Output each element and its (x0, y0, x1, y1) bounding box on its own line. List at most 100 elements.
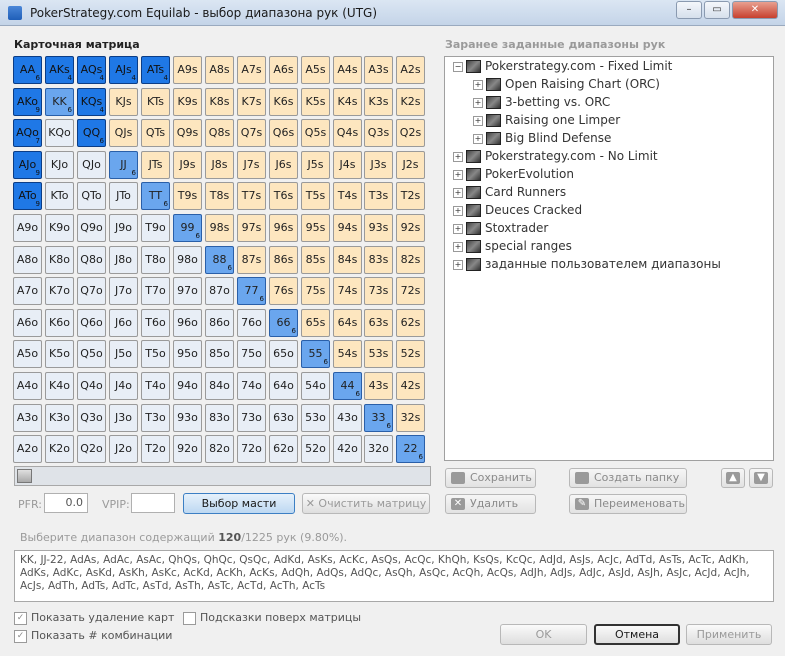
matrix-cell-T9s[interactable]: T9s (173, 182, 202, 210)
expand-toggle-icon[interactable]: + (453, 241, 463, 252)
matrix-cell-K9s[interactable]: K9s (173, 88, 202, 116)
matrix-cell-97o[interactable]: 97o (173, 277, 202, 305)
matrix-cell-Q9s[interactable]: Q9s (173, 119, 202, 147)
tree-item[interactable]: + PokerEvolution (453, 167, 574, 183)
matrix-cell-J4s[interactable]: J4s (333, 151, 362, 179)
matrix-cell-K6s[interactable]: K6s (269, 88, 298, 116)
matrix-cell-K2o[interactable]: K2o (45, 435, 74, 463)
matrix-cell-T9o[interactable]: T9o (141, 214, 170, 242)
matrix-cell-75o[interactable]: 75o (237, 340, 266, 368)
matrix-cell-A8s[interactable]: A8s (205, 56, 234, 84)
matrix-cell-65s[interactable]: 65s (301, 309, 330, 337)
matrix-cell-A3o[interactable]: A3o (13, 404, 42, 432)
expand-toggle-icon[interactable]: + (453, 151, 463, 162)
matrix-cell-K5o[interactable]: K5o (45, 340, 74, 368)
matrix-cell-54o[interactable]: 54o (301, 372, 330, 400)
matrix-cell-Q3o[interactable]: Q3o (77, 404, 106, 432)
expand-toggle-icon[interactable]: − (453, 61, 463, 72)
matrix-cell-A6o[interactable]: A6o (13, 309, 42, 337)
matrix-cell-22[interactable]: 22 6 (396, 435, 425, 463)
show-removal-checkbox[interactable]: ✓ Показать удаление карт (14, 611, 174, 625)
show-combos-checkbox[interactable]: ✓ Показать # комбинации (14, 629, 172, 643)
save-button[interactable]: Сохранить (445, 468, 536, 488)
matrix-cell-JJ[interactable]: JJ 6 (109, 151, 138, 179)
matrix-cell-K6o[interactable]: K6o (45, 309, 74, 337)
matrix-cell-A2o[interactable]: A2o (13, 435, 42, 463)
matrix-cell-32s[interactable]: 32s (396, 404, 425, 432)
matrix-cell-A9s[interactable]: A9s (173, 56, 202, 84)
matrix-cell-Q7s[interactable]: Q7s (237, 119, 266, 147)
matrix-cell-A9o[interactable]: A9o (13, 214, 42, 242)
matrix-cell-KTs[interactable]: KTs (141, 88, 170, 116)
matrix-cell-QJs[interactable]: QJs (109, 119, 138, 147)
matrix-cell-J4o[interactable]: J4o (109, 372, 138, 400)
cancel-button[interactable]: Отмена (594, 624, 680, 645)
matrix-cell-K2s[interactable]: K2s (396, 88, 425, 116)
tree-item[interactable]: + заданные пользователем диапазоны (453, 257, 721, 273)
matrix-cell-QJo[interactable]: QJo (77, 151, 106, 179)
matrix-cell-AA[interactable]: AA 6 (13, 56, 42, 84)
matrix-cell-63s[interactable]: 63s (364, 309, 393, 337)
minimize-button[interactable]: – (676, 1, 702, 19)
matrix-cell-Q8o[interactable]: Q8o (77, 246, 106, 274)
matrix-cell-T8s[interactable]: T8s (205, 182, 234, 210)
matrix-cell-KJo[interactable]: KJo (45, 151, 74, 179)
range-text-box[interactable]: KK, JJ-22, AdAs, AdAc, AsAc, QhQs, QhQc,… (14, 550, 774, 602)
expand-toggle-icon[interactable]: + (453, 223, 463, 234)
matrix-cell-64o[interactable]: 64o (269, 372, 298, 400)
matrix-cell-KK[interactable]: KK 6 (45, 88, 74, 116)
move-down-button[interactable]: ▼ (749, 468, 773, 488)
pfr-field[interactable]: 0.0 (44, 493, 88, 513)
matrix-cell-87o[interactable]: 87o (205, 277, 234, 305)
matrix-cell-K3o[interactable]: K3o (45, 404, 74, 432)
matrix-cell-76s[interactable]: 76s (269, 277, 298, 305)
matrix-cell-QQ[interactable]: QQ 6 (77, 119, 106, 147)
matrix-cell-94o[interactable]: 94o (173, 372, 202, 400)
matrix-cell-ATo[interactable]: ATo 9 (13, 182, 42, 210)
tree-item[interactable]: + Card Runners (453, 185, 566, 201)
matrix-cell-T6s[interactable]: T6s (269, 182, 298, 210)
matrix-cell-JTo[interactable]: JTo (109, 182, 138, 210)
matrix-cell-62o[interactable]: 62o (269, 435, 298, 463)
matrix-cell-AQs[interactable]: AQs 4 (77, 56, 106, 84)
matrix-cell-K9o[interactable]: K9o (45, 214, 74, 242)
matrix-cell-K4o[interactable]: K4o (45, 372, 74, 400)
matrix-cell-77[interactable]: 77 6 (237, 277, 266, 305)
matrix-cell-Q8s[interactable]: Q8s (205, 119, 234, 147)
tree-item[interactable]: + special ranges (453, 239, 572, 255)
matrix-cell-QTo[interactable]: QTo (77, 182, 106, 210)
expand-toggle-icon[interactable]: + (453, 187, 463, 198)
matrix-cell-J6s[interactable]: J6s (269, 151, 298, 179)
matrix-cell-75s[interactable]: 75s (301, 277, 330, 305)
matrix-cell-J8s[interactable]: J8s (205, 151, 234, 179)
expand-toggle-icon[interactable]: + (453, 259, 463, 270)
hints-checkbox[interactable]: Подсказки поверх матрицы (183, 611, 361, 625)
matrix-cell-J8o[interactable]: J8o (109, 246, 138, 274)
matrix-cell-72o[interactable]: 72o (237, 435, 266, 463)
matrix-cell-KTo[interactable]: KTo (45, 182, 74, 210)
matrix-cell-A6s[interactable]: A6s (269, 56, 298, 84)
matrix-cell-42o[interactable]: 42o (333, 435, 362, 463)
matrix-cell-Q4s[interactable]: Q4s (333, 119, 362, 147)
matrix-cell-92o[interactable]: 92o (173, 435, 202, 463)
expand-toggle-icon[interactable]: + (473, 79, 483, 90)
matrix-cell-66[interactable]: 66 6 (269, 309, 298, 337)
matrix-cell-95o[interactable]: 95o (173, 340, 202, 368)
matrix-cell-J6o[interactable]: J6o (109, 309, 138, 337)
matrix-cell-42s[interactable]: 42s (396, 372, 425, 400)
matrix-cell-86o[interactable]: 86o (205, 309, 234, 337)
matrix-cell-65o[interactable]: 65o (269, 340, 298, 368)
tree-item[interactable]: + Big Blind Defense (473, 131, 611, 147)
tree-item[interactable]: + Stoxtrader (453, 221, 548, 237)
matrix-cell-85s[interactable]: 85s (301, 246, 330, 274)
tree-item[interactable]: − Pokerstrategy.com - Fixed Limit (453, 59, 672, 75)
matrix-cell-33[interactable]: 33 6 (364, 404, 393, 432)
matrix-cell-93s[interactable]: 93s (364, 214, 393, 242)
matrix-cell-J9o[interactable]: J9o (109, 214, 138, 242)
matrix-cell-A7o[interactable]: A7o (13, 277, 42, 305)
matrix-cell-AJs[interactable]: AJs 4 (109, 56, 138, 84)
matrix-cell-63o[interactable]: 63o (269, 404, 298, 432)
matrix-cell-QTs[interactable]: QTs (141, 119, 170, 147)
matrix-cell-T3o[interactable]: T3o (141, 404, 170, 432)
matrix-cell-43o[interactable]: 43o (333, 404, 362, 432)
